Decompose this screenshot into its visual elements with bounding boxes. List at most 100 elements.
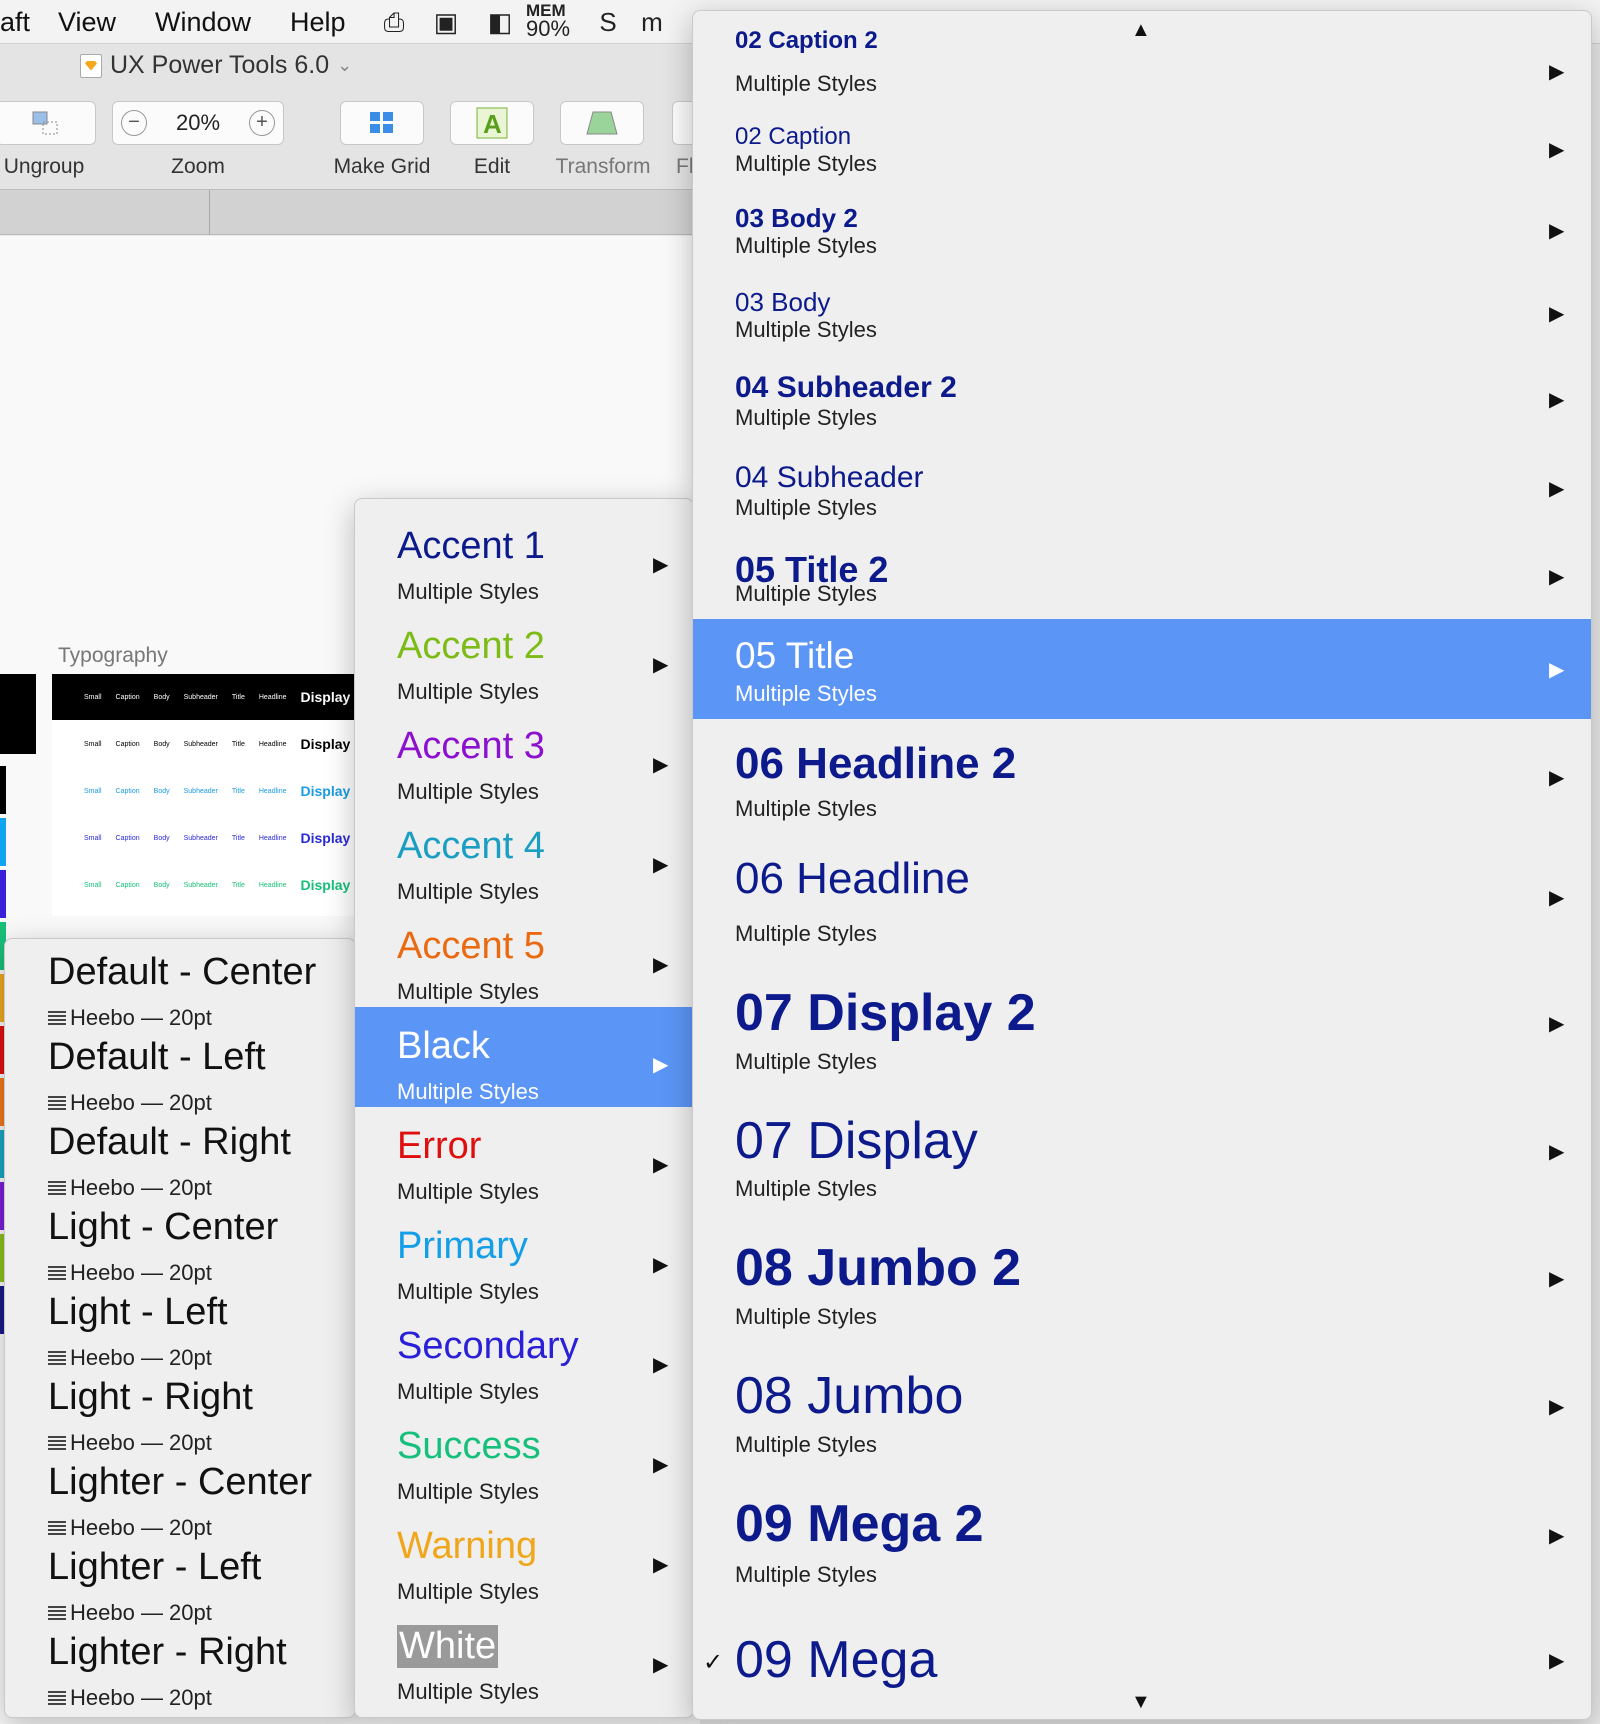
type-style-title: 04 Subheader: [735, 461, 924, 494]
artboard-edge: [0, 674, 36, 754]
artboard-label[interactable]: Typography: [58, 644, 168, 668]
type-sample-word: Body: [153, 693, 170, 701]
type-style-title: 08 Jumbo: [735, 1367, 964, 1425]
alignment-menu-item[interactable]: Lighter - Left Heebo — 20pt: [5, 1536, 355, 1625]
font-spec: Heebo — 20pt: [70, 1685, 212, 1710]
type-style-title: 07 Display 2: [735, 984, 1036, 1042]
type-sample-word: Body: [153, 881, 170, 889]
color-style-title: Success: [397, 1425, 541, 1467]
menu-item-view[interactable]: View: [58, 7, 116, 38]
color-style-title: Black: [397, 1025, 490, 1067]
style-menu-item[interactable]: 03 Body Multiple Styles ▶: [693, 271, 1591, 355]
type-sample-word: Subheader: [183, 740, 218, 748]
alignment-style-title: Default - Left: [48, 1036, 266, 1078]
style-menu-item[interactable]: 06 Headline 2 Multiple Styles ▶: [693, 719, 1591, 834]
type-style-subtitle: Multiple Styles: [735, 317, 877, 342]
color-menu-item[interactable]: Error Multiple Styles ▶: [355, 1107, 693, 1207]
memory-value: 90%: [526, 16, 571, 41]
color-menu-item[interactable]: Accent 2 Multiple Styles ▶: [355, 607, 693, 707]
triangle-right-icon: ▶: [1549, 1140, 1565, 1163]
alignment-style-title: Lighter - Center: [48, 1461, 313, 1503]
m-app-icon[interactable]: m: [636, 6, 668, 38]
style-menu-item[interactable]: 03 Body 2 Multiple Styles ▶: [693, 189, 1591, 271]
memory-monitor[interactable]: MEM 90%: [526, 2, 571, 41]
edit-button[interactable]: A: [450, 101, 534, 145]
style-menu-item[interactable]: 05 Title 2 Multiple Styles ▶: [693, 533, 1591, 619]
chevron-down-icon: ⌄: [337, 55, 353, 75]
color-style-subtitle: Multiple Styles: [397, 1679, 539, 1704]
zoom-in-button[interactable]: +: [248, 110, 275, 136]
color-menu-item[interactable]: Accent 5 Multiple Styles ▶: [355, 907, 693, 1007]
type-sample-word: Caption: [115, 787, 140, 795]
alignment-menu-item[interactable]: Light - Right Heebo — 20pt: [5, 1366, 355, 1455]
alignment-menu-item[interactable]: Light - Left Heebo — 20pt: [5, 1281, 355, 1370]
type-sample-word: Title: [231, 834, 245, 842]
style-menu-item[interactable]: 09 Mega ✓ ▶: [693, 1600, 1591, 1719]
triangle-right-icon: ▶: [1549, 766, 1565, 789]
color-menu-item[interactable]: Secondary Multiple Styles ▶: [355, 1307, 693, 1407]
style-menu-item[interactable]: 04 Subheader Multiple Styles ▶: [693, 443, 1591, 533]
alignment-menu-item[interactable]: Lighter - Center Heebo — 20pt: [5, 1451, 355, 1540]
type-style-subtitle: Multiple Styles: [735, 581, 877, 606]
type-sample-display: Display: [300, 736, 351, 752]
color-style-subtitle: Multiple Styles: [397, 879, 539, 904]
svg-text:A: A: [483, 109, 502, 139]
style-menu-item[interactable]: 09 Mega 2 Multiple Styles ▶: [693, 1470, 1591, 1600]
color-menu-item[interactable]: Success Multiple Styles ▶: [355, 1407, 693, 1507]
alignment-menu-item[interactable]: Lighter - Right Heebo — 20pt: [5, 1621, 355, 1710]
color-menu-item[interactable]: Accent 3 Multiple Styles ▶: [355, 707, 693, 807]
alignment-style-subtitle: Heebo — 20pt: [48, 1685, 212, 1711]
color-style-title: Accent 5: [397, 925, 545, 967]
triangle-right-icon: ▶: [653, 554, 669, 576]
triangle-right-icon: ▶: [653, 1654, 669, 1676]
typography-artboard[interactable]: Small Caption Body Subheader Title Headline Di…: [52, 674, 362, 916]
menu-item-draft[interactable]: aft: [0, 7, 30, 38]
style-menu-item[interactable]: 06 Headline Multiple Styles ▶: [693, 834, 1591, 959]
triangle-right-icon: ▶: [1549, 1396, 1565, 1418]
color-menu-item[interactable]: Black Multiple Styles ▶: [355, 1007, 693, 1107]
type-sample-word: Caption: [115, 740, 140, 748]
ungroup-button[interactable]: [0, 101, 96, 145]
alignment-menu-item[interactable]: Default - Center Heebo — 20pt: [5, 941, 355, 1030]
color-style-subtitle: Multiple Styles: [397, 1279, 539, 1304]
color-menu-item[interactable]: Accent 1 Multiple Styles ▶: [355, 507, 693, 607]
align-lines-icon: [48, 1521, 66, 1535]
zoom-out-button[interactable]: −: [121, 110, 147, 136]
style-menu-item[interactable]: 07 Display Multiple Styles ▶: [693, 1087, 1591, 1214]
document-title-bar[interactable]: UX Power Tools 6.0 ⌄: [80, 51, 352, 80]
type-style-title: 08 Jumbo 2: [735, 1239, 1022, 1297]
type-style-title: 09 Mega 2: [735, 1495, 984, 1553]
align-lines-icon: [48, 1691, 66, 1705]
transform-button[interactable]: [560, 101, 644, 145]
color-menu-item[interactable]: Accent 4 Multiple Styles ▶: [355, 807, 693, 907]
style-menu-item[interactable]: 05 Title Multiple Styles ▶: [693, 619, 1591, 719]
alignment-menu-item[interactable]: Default - Left Heebo — 20pt: [5, 1026, 355, 1115]
printer-icon[interactable]: ⎙: [378, 6, 410, 38]
type-style-subtitle: Multiple Styles: [735, 681, 877, 706]
type-sample-word: Headline: [258, 787, 287, 795]
alignment-style-title: Default - Right: [48, 1121, 291, 1163]
alignment-menu-item[interactable]: Default - Right Heebo — 20pt: [5, 1111, 355, 1200]
menu-item-window[interactable]: Window: [155, 7, 251, 38]
color-menu-item[interactable]: White Multiple Styles ▶: [355, 1607, 693, 1707]
player-icon[interactable]: ◧: [484, 6, 516, 38]
style-menu-item[interactable]: 02 Caption Multiple Styles ▶: [693, 109, 1591, 189]
style-menu-item[interactable]: 08 Jumbo Multiple Styles ▶: [693, 1342, 1591, 1470]
menu-item-help[interactable]: Help: [290, 7, 346, 38]
type-style-title: 03 Body: [735, 287, 831, 317]
align-lines-icon: [48, 1351, 66, 1365]
color-menu-item[interactable]: Warning Multiple Styles ▶: [355, 1507, 693, 1607]
type-sample-word: Caption: [115, 881, 140, 889]
alignment-style-title: Light - Left: [48, 1291, 228, 1333]
screen-icon[interactable]: ▣: [430, 6, 462, 38]
style-menu-item[interactable]: 02 Caption 2 Multiple Styles ▶: [693, 27, 1591, 109]
sync-icon[interactable]: S: [592, 6, 624, 38]
style-menu-item[interactable]: 08 Jumbo 2 Multiple Styles ▶: [693, 1214, 1591, 1342]
alignment-menu-item[interactable]: Light - Center Heebo — 20pt: [5, 1196, 355, 1285]
type-style-subtitle: Multiple Styles: [735, 405, 877, 430]
color-menu-item[interactable]: Primary Multiple Styles ▶: [355, 1207, 693, 1307]
make-grid-button[interactable]: [340, 101, 424, 145]
style-menu-item[interactable]: 07 Display 2 Multiple Styles ▶: [693, 959, 1591, 1087]
style-menu-item[interactable]: 04 Subheader 2 Multiple Styles ▶: [693, 355, 1591, 443]
zoom-control[interactable]: − 20% +: [112, 101, 284, 145]
